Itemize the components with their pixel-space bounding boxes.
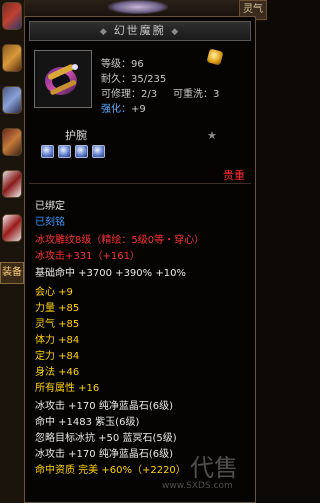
stat-line: 体力 +84 <box>35 335 80 346</box>
stat-line: 身法 +46 <box>35 367 80 378</box>
inventory-column: 装备 <box>0 0 25 503</box>
item-enhance: 强化：+9 <box>101 100 146 115</box>
stat-line: 力量 +85 <box>35 303 80 314</box>
gold-ingot-icon <box>206 48 224 66</box>
item-durability: 耐久：35/235 <box>101 74 167 85</box>
gem-line: 命中 +1483 紫玉(6级) <box>35 417 140 428</box>
hit-aptitude: 命中资质 完美 +60%（+2220） <box>35 465 186 476</box>
base-hit: 基础命中 +3700 +390% +10% <box>35 268 186 279</box>
stat-line: 定力 +84 <box>35 351 80 362</box>
item-repairable: 可修理：2/3 <box>101 89 158 100</box>
enhance-label: 强化： <box>101 104 131 115</box>
gem-line: 冰攻击 +170 纯净蓝晶石(6级) <box>35 401 173 412</box>
title-ornament-left-icon: ◆ <box>99 27 114 37</box>
item-recast: 可重洗：3 <box>173 89 220 100</box>
star-icon: ★ <box>207 129 217 142</box>
ice-attack: 冰攻击+331（+161） <box>35 251 140 262</box>
item-rarity: 贵重 <box>223 169 245 182</box>
tab-equipment[interactable]: 装备 <box>0 262 24 284</box>
scroll-icon[interactable] <box>2 170 22 198</box>
stat-line: 会心 +9 <box>35 287 73 298</box>
item-title-bar: ◆ 幻世魔腕 ◆ <box>29 21 251 41</box>
gem-slot-icon[interactable] <box>92 145 105 158</box>
enhance-value: +9 <box>131 104 146 115</box>
item-level: 等级：96 <box>101 59 144 70</box>
gem-line: 忽略目标冰抗 +50 蓝冥石(5级) <box>35 433 177 444</box>
attack-pattern: 冰攻雕纹8级（精绘：5级0等・穿心） <box>35 235 205 246</box>
engraved-status: 已刻铭 <box>35 217 65 228</box>
title-ornament-right-icon: ◆ <box>171 27 181 37</box>
belt-icon[interactable] <box>2 128 22 156</box>
gem-slot-icon[interactable] <box>41 145 54 158</box>
gem-slot-icon[interactable] <box>58 145 71 158</box>
top-decoration <box>108 0 168 14</box>
stat-line: 所有属性 +16 <box>35 383 100 394</box>
item-name: 幻世魔腕 <box>113 24 166 37</box>
item-type: 护腕 <box>65 129 87 142</box>
helmet-icon[interactable] <box>2 2 22 30</box>
gem-slot-icon[interactable] <box>75 145 88 158</box>
gem-line: 冰攻击 +170 纯净蓝晶石(6级) <box>35 449 173 460</box>
gauntlet-icon[interactable] <box>2 86 22 114</box>
bracer-icon <box>45 64 78 95</box>
stat-line: 灵气 +85 <box>35 319 80 330</box>
armor-icon[interactable] <box>2 44 22 72</box>
item-icon-frame <box>34 50 92 108</box>
talisman-icon[interactable] <box>2 214 22 242</box>
divider <box>29 183 251 184</box>
bound-status: 已绑定 <box>35 201 65 212</box>
item-tooltip: ◆ 幻世魔腕 ◆ 等级：96 耐久：35/235 可修理：2/3 可重洗：3 强… <box>24 16 256 503</box>
